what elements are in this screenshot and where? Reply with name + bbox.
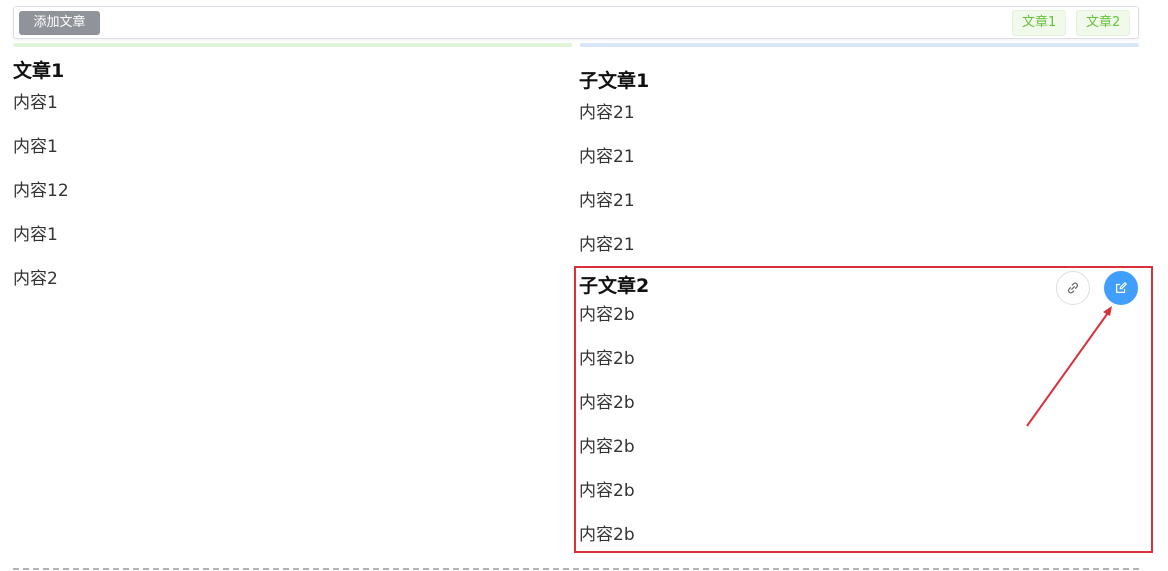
article-paragraph: 内容2: [13, 269, 58, 289]
article-paragraph: 内容12: [13, 181, 69, 201]
sub-article-paragraph: 内容21: [579, 191, 635, 211]
link-icon: [1068, 282, 1078, 294]
sub-article-paragraph: 内容21: [579, 103, 635, 123]
right-column-divider: [580, 43, 1139, 47]
article-paragraph: 内容1: [13, 225, 58, 245]
article-1: 文章1 内容1 内容1 内容12 内容1 内容2: [13, 58, 69, 301]
annotation-arrow: [1026, 306, 1112, 427]
article-paragraph: 内容1: [13, 137, 58, 157]
sub-article-2: 子文章2 内容2b 内容2b 内容2b 内容2b 内容2b 内容2b: [579, 273, 649, 557]
toolbar: 添加文章 文章1 文章2: [13, 6, 1139, 39]
sub-article-paragraph: 内容2b: [579, 305, 635, 325]
article-paragraph: 内容1: [13, 93, 58, 113]
sub-article-paragraph: 内容2b: [579, 437, 635, 457]
sub-article-paragraph: 内容2b: [579, 349, 635, 369]
sub-article-paragraph: 内容2b: [579, 525, 635, 545]
sub-article-paragraph: 内容2b: [579, 393, 635, 413]
edit-icon: [1116, 282, 1127, 293]
add-article-button[interactable]: 添加文章: [19, 11, 100, 35]
tag-article-1[interactable]: 文章1: [1012, 10, 1067, 36]
left-column-divider: [13, 43, 572, 47]
sub-article-paragraph: 内容2b: [579, 481, 635, 501]
sub-article-paragraph: 内容21: [579, 147, 635, 167]
sub-article-1: 子文章1 内容21 内容21 内容21 内容21: [579, 68, 649, 267]
tag-article-2[interactable]: 文章2: [1076, 10, 1131, 36]
bottom-divider: [13, 568, 1139, 570]
sub-article-paragraph: 内容21: [579, 235, 635, 255]
